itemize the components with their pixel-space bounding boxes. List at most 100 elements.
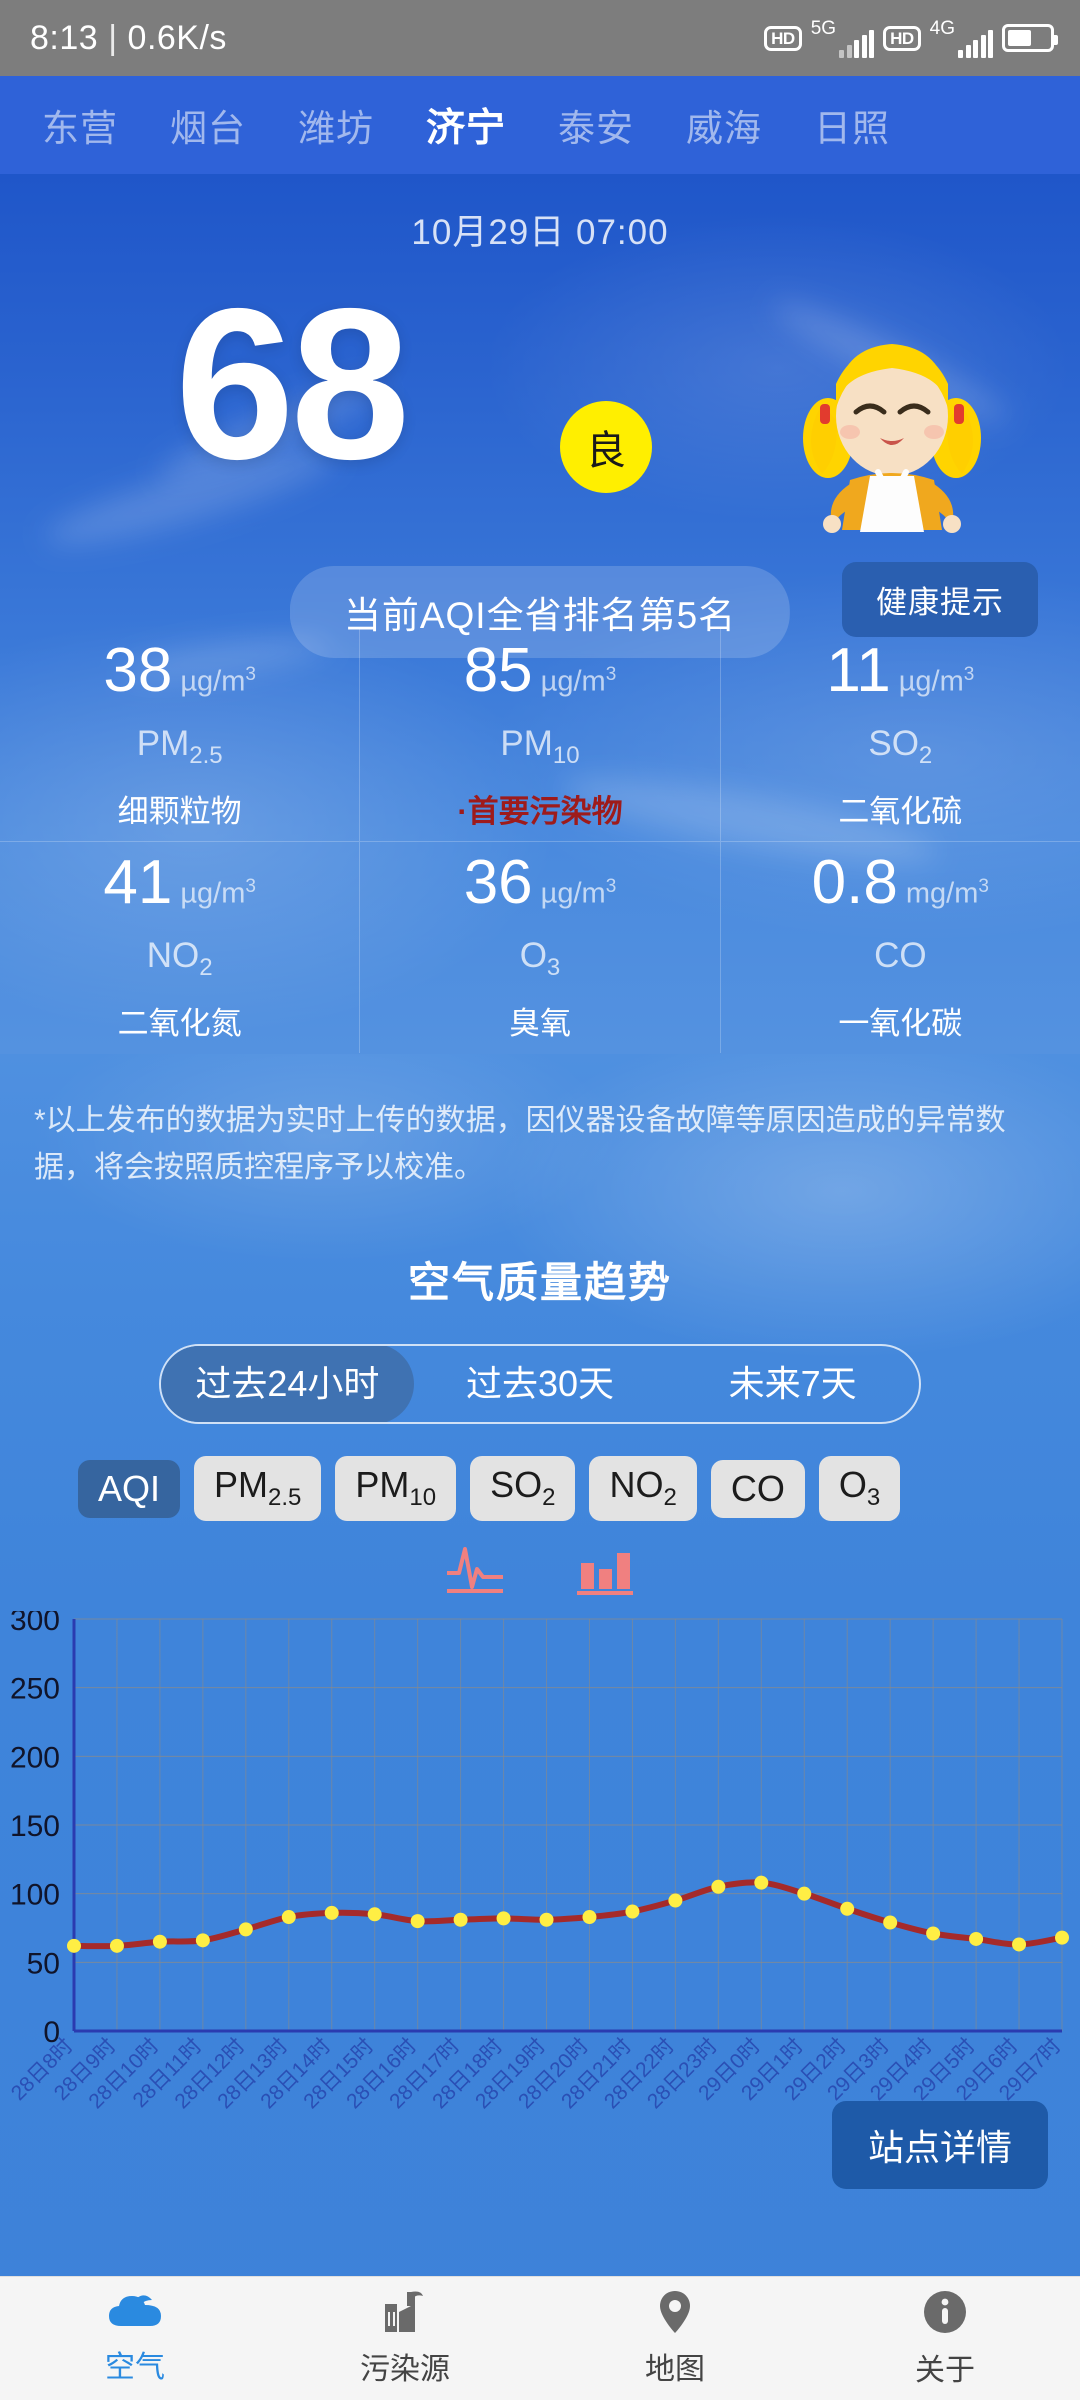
- data-point-marker[interactable]: [324, 1906, 339, 1921]
- y-axis-tick-label: 50: [27, 1948, 60, 1981]
- station-detail-button[interactable]: 站点详情: [831, 2101, 1048, 2190]
- city-tab-weifang[interactable]: 潍坊: [272, 98, 400, 152]
- nav-item-map[interactable]: 地图: [540, 2290, 810, 2388]
- nav-label-air: 空气: [105, 2350, 165, 2384]
- data-point-marker[interactable]: [67, 1939, 81, 1954]
- data-point-marker[interactable]: [539, 1912, 554, 1927]
- city-tab-jining[interactable]: 济宁: [400, 97, 532, 153]
- aqi-value: 68: [175, 263, 410, 504]
- pollutant-name: NO2: [146, 936, 213, 981]
- chip-so2[interactable]: SO2: [470, 1456, 576, 1522]
- data-point-marker[interactable]: [238, 1922, 253, 1937]
- time-range-segmented-control[interactable]: 过去24小时 过去30天 未来7天: [159, 1344, 921, 1424]
- chart-type-toggle-row[interactable]: [0, 1543, 1080, 1599]
- status-separator: |: [108, 18, 118, 57]
- signal-5g-icon: 5G: [810, 17, 875, 58]
- pollutant-desc: 二氧化硫: [838, 793, 963, 829]
- data-point-marker[interactable]: [1012, 1937, 1027, 1952]
- pollutant-cell-o3[interactable]: 36 µg/m3 O3 臭氧: [359, 842, 719, 1053]
- data-point-marker[interactable]: [754, 1875, 769, 1890]
- nav-item-air[interactable]: 空气: [0, 2292, 270, 2386]
- pollutant-value: 85: [463, 635, 533, 705]
- pollutant-cell-so2[interactable]: 11 µg/m3 SO2 二氧化硫: [719, 629, 1080, 841]
- range-tab-30d[interactable]: 过去30天: [414, 1346, 667, 1422]
- trend-chart-svg[interactable]: 05010015020025030028日8时28日9时28日10时28日11时…: [0, 1611, 1080, 2171]
- data-point-marker[interactable]: [840, 1901, 855, 1916]
- data-point-marker[interactable]: [883, 1915, 898, 1930]
- data-point-marker[interactable]: [969, 1932, 984, 1947]
- pollutant-name: PM10: [500, 723, 580, 769]
- city-tab-yantai[interactable]: 烟台: [144, 98, 272, 152]
- pollutant-value-wrap: 85 µg/m3: [463, 635, 617, 705]
- data-point-marker[interactable]: [797, 1886, 812, 1901]
- status-bar: 8:13 | 0.6K/s HD 5G HD 4G: [0, 0, 1080, 76]
- pollutant-value: 0.8: [811, 848, 898, 917]
- data-point-marker[interactable]: [582, 1910, 597, 1925]
- status-clock: 8:13: [30, 18, 99, 57]
- line-chart-icon[interactable]: [445, 1543, 505, 1599]
- y-axis-tick-label: 300: [10, 1611, 60, 1637]
- pollutant-value-wrap: 11 µg/m3: [826, 635, 974, 705]
- city-tab-bar[interactable]: 东营 烟台 潍坊 济宁 泰安 威海 日照: [0, 76, 1080, 174]
- pollutant-row: 41 µg/m3 NO2 二氧化氮 36 µg/m3 O3 臭氧 0.8 mg/…: [0, 841, 1080, 1053]
- network-type-label-1: 5G: [810, 17, 837, 39]
- chip-pm10[interactable]: PM10: [335, 1456, 457, 1522]
- pollutant-value: 38: [103, 635, 173, 705]
- mascot-girl-icon: [803, 344, 981, 533]
- trend-line: [71, 1879, 1065, 1950]
- data-point-marker[interactable]: [195, 1933, 210, 1948]
- nav-item-pollution-source[interactable]: 污染源: [270, 2290, 540, 2388]
- bar-chart-icon[interactable]: [575, 1543, 635, 1599]
- nav-label-about: 关于: [915, 2353, 975, 2387]
- y-axis-tick-label: 150: [10, 1810, 60, 1843]
- range-tab-7d[interactable]: 未来7天: [666, 1346, 919, 1422]
- city-tab-rizhao[interactable]: 日照: [788, 98, 916, 152]
- pollutant-chip-row[interactable]: AQI PM2.5 PM10 SO2 NO2 CO O3: [0, 1424, 1080, 1522]
- hd-icon-2: HD: [883, 25, 921, 51]
- pollutant-value: 36: [463, 848, 533, 917]
- city-tab-weihai[interactable]: 威海: [660, 98, 788, 152]
- data-point-marker[interactable]: [926, 1926, 941, 1941]
- data-point-marker[interactable]: [625, 1904, 640, 1919]
- network-type-label-2: 4G: [929, 17, 955, 39]
- chip-o3[interactable]: O3: [818, 1456, 901, 1522]
- data-point-marker[interactable]: [281, 1910, 296, 1925]
- chip-no2[interactable]: NO2: [589, 1456, 697, 1522]
- pollutant-desc: 细颗粒物: [117, 793, 242, 829]
- chip-pm25[interactable]: PM2.5: [194, 1456, 322, 1522]
- nav-item-about[interactable]: 关于: [810, 2289, 1080, 2389]
- data-point-marker[interactable]: [668, 1893, 683, 1908]
- y-axis-tick-label: 100: [10, 1879, 60, 1912]
- city-tab-scroller[interactable]: 东营 烟台 潍坊 济宁 泰安 威海 日照: [0, 97, 916, 153]
- bottom-navigation-bar[interactable]: 空气 污染源 地图 关于: [0, 2276, 1080, 2400]
- aqi-trend-chart[interactable]: 0 50 100 150 200 250 300 28日8时 28日9时 28日10时 28日11时…: [0, 1611, 1080, 2190]
- pollutant-cell-pm25[interactable]: 38 µg/m3 PM2.5 细颗粒物: [0, 629, 359, 841]
- data-point-marker[interactable]: [496, 1911, 511, 1926]
- chip-aqi[interactable]: AQI: [78, 1459, 181, 1518]
- health-tips-button[interactable]: 健康提示: [842, 562, 1038, 637]
- observation-datetime: 10月29日 07:00: [411, 213, 669, 252]
- pollutant-name: CO: [874, 936, 927, 975]
- map-pin-icon: [660, 2290, 690, 2333]
- data-point-marker[interactable]: [453, 1912, 468, 1927]
- range-tab-24h[interactable]: 过去24小时: [161, 1346, 414, 1422]
- pollutant-cell-pm10[interactable]: 85 µg/m3 PM10 ·首要污染物: [359, 629, 719, 841]
- city-tab-taian[interactable]: 泰安: [532, 98, 660, 152]
- aqi-hero-panel: 10月29日 07:00 68 良 健康提示 当前AQI全省排名第5名 38 µ…: [0, 174, 1080, 1054]
- pollutant-cell-co[interactable]: 0.8 mg/m3 CO 一氧化碳: [719, 842, 1080, 1053]
- chip-co[interactable]: CO: [710, 1459, 805, 1518]
- data-point-marker[interactable]: [711, 1879, 726, 1894]
- data-point-marker[interactable]: [1055, 1930, 1069, 1945]
- pollutant-cell-no2[interactable]: 41 µg/m3 NO2 二氧化氮: [0, 842, 359, 1053]
- data-point-marker[interactable]: [109, 1939, 124, 1954]
- pollutant-value: 11: [826, 635, 891, 705]
- pollutant-value-wrap: 41 µg/m3: [103, 852, 256, 914]
- nav-label-pollution-source: 污染源: [360, 2352, 450, 2386]
- data-point-marker[interactable]: [410, 1914, 425, 1929]
- pollutant-name: PM2.5: [136, 723, 223, 769]
- data-point-marker[interactable]: [367, 1907, 382, 1922]
- city-tab-dongying[interactable]: 东营: [16, 98, 144, 152]
- signal-4g-icon: 4G: [930, 19, 993, 58]
- data-point-marker[interactable]: [152, 1934, 167, 1949]
- trend-section-title: 空气质量趋势: [407, 1259, 672, 1306]
